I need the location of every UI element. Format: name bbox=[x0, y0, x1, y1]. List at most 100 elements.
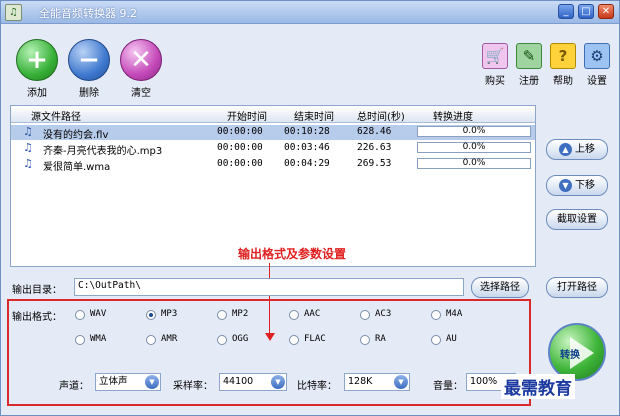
move-up-label: 上移 bbox=[575, 144, 595, 155]
chevron-down-icon: ▼ bbox=[559, 178, 572, 192]
radio-wma[interactable] bbox=[75, 335, 85, 345]
app-icon: ♫ bbox=[5, 4, 22, 21]
chevron-up-icon: ▲ bbox=[559, 142, 572, 156]
progress-bar: 0.0% bbox=[417, 158, 531, 169]
help-label: 帮助 bbox=[553, 76, 573, 87]
radio-au-label: AU bbox=[446, 334, 457, 344]
radio-ogg[interactable] bbox=[217, 335, 227, 345]
maximize-button[interactable]: □ bbox=[578, 4, 594, 19]
move-down-button[interactable]: ▼ 下移 bbox=[546, 175, 608, 196]
header-progress[interactable]: 转换进度 bbox=[433, 108, 473, 123]
header-path[interactable]: 源文件路径 bbox=[31, 108, 81, 123]
table-row[interactable]: ♫ 没有的约会.flv 00:00:00 00:10:28 628.46 0.0… bbox=[11, 125, 535, 141]
start-time: 00:00:00 bbox=[217, 142, 263, 153]
output-dir-input[interactable]: C:\OutPath\ bbox=[74, 278, 464, 296]
total-time: 269.53 bbox=[357, 158, 392, 169]
x-icon: ✕ bbox=[120, 39, 162, 81]
channel-select[interactable]: 立体声 ▼ bbox=[95, 373, 161, 391]
total-time: 226.63 bbox=[357, 142, 392, 153]
samplerate-value: 44100 bbox=[223, 376, 254, 387]
samplerate-select[interactable]: 44100 ▼ bbox=[219, 373, 287, 391]
table-row[interactable]: ♫ 爱很简单.wma 00:00:00 00:04:29 269.53 0.0% bbox=[11, 157, 535, 173]
clear-button[interactable]: ✕ 清空 bbox=[117, 39, 165, 99]
cut-settings-button[interactable]: 截取设置 bbox=[546, 209, 608, 230]
plus-icon: + bbox=[16, 39, 58, 81]
watermark: 最需教育 bbox=[501, 374, 575, 399]
output-dir-label: 输出目录： bbox=[12, 285, 62, 296]
convert-button[interactable]: 转换 bbox=[548, 323, 606, 381]
table-row[interactable]: ♫ 齐秦-月亮代表我的心.mp3 00:00:00 00:03:46 226.6… bbox=[11, 141, 535, 157]
radio-flac[interactable] bbox=[289, 335, 299, 345]
header-start[interactable]: 开始时间 bbox=[227, 108, 267, 123]
audio-file-icon: ♫ bbox=[23, 141, 33, 154]
help-button[interactable]: ? 帮助 bbox=[548, 43, 578, 87]
title-bar: ♫ 全能音频转换器 9.2 _ □ ✕ bbox=[1, 1, 619, 24]
radio-ra-label: RA bbox=[375, 334, 386, 344]
add-button[interactable]: + 添加 bbox=[13, 39, 61, 99]
app-window: ♫ 全能音频转换器 9.2 _ □ ✕ + 添加 − 删除 ✕ 清空 🛒 购买 … bbox=[0, 0, 620, 416]
file-name: 爱很简单.wma bbox=[43, 162, 111, 173]
window-title: 全能音频转换器 9.2 bbox=[39, 7, 137, 20]
progress-bar: 0.0% bbox=[417, 126, 531, 137]
radio-mp3-label: MP3 bbox=[161, 309, 178, 319]
end-time: 00:03:46 bbox=[284, 142, 330, 153]
radio-m4a-label: M4A bbox=[446, 309, 463, 319]
annotation-label: 输出格式及参数设置 bbox=[238, 247, 347, 261]
chevron-down-icon: ▼ bbox=[394, 375, 408, 389]
buy-label: 购买 bbox=[485, 76, 505, 87]
radio-ogg-label: OGG bbox=[232, 334, 249, 344]
radio-aac[interactable] bbox=[289, 310, 299, 320]
help-icon: ? bbox=[550, 43, 576, 69]
radio-m4a[interactable] bbox=[431, 310, 441, 320]
header-total[interactable]: 总时间(秒) bbox=[357, 108, 405, 123]
move-up-button[interactable]: ▲ 上移 bbox=[546, 139, 608, 160]
settings-button[interactable]: ⚙ 设置 bbox=[582, 43, 612, 87]
radio-au[interactable] bbox=[431, 335, 441, 345]
move-down-label: 下移 bbox=[575, 180, 595, 191]
progress-bar: 0.0% bbox=[417, 142, 531, 153]
header-end[interactable]: 结束时间 bbox=[294, 108, 334, 123]
file-list[interactable]: 源文件路径 开始时间 结束时间 总时间(秒) 转换进度 ♫ 没有的约会.flv … bbox=[10, 105, 536, 267]
buy-button[interactable]: 🛒 购买 bbox=[480, 43, 510, 87]
radio-amr-label: AMR bbox=[161, 334, 178, 344]
register-button[interactable]: ✎ 注册 bbox=[514, 43, 544, 87]
radio-wav[interactable] bbox=[75, 310, 85, 320]
radio-wma-label: WMA bbox=[90, 334, 107, 344]
volume-value: 100% bbox=[470, 376, 498, 387]
end-time: 00:10:28 bbox=[284, 126, 330, 137]
end-time: 00:04:29 bbox=[284, 158, 330, 169]
close-button[interactable]: ✕ bbox=[598, 4, 614, 19]
radio-mp3[interactable] bbox=[146, 310, 156, 320]
radio-mp2[interactable] bbox=[217, 310, 227, 320]
total-time: 628.46 bbox=[357, 126, 392, 137]
add-label: 添加 bbox=[27, 88, 47, 99]
chevron-down-icon: ▼ bbox=[271, 375, 285, 389]
delete-label: 删除 bbox=[79, 88, 99, 99]
settings-icon: ⚙ bbox=[584, 43, 610, 69]
chevron-down-icon: ▼ bbox=[145, 375, 159, 389]
file-name: 没有的约会.flv bbox=[43, 130, 109, 141]
radio-ra[interactable] bbox=[360, 335, 370, 345]
radio-ac3[interactable] bbox=[360, 310, 370, 320]
radio-amr[interactable] bbox=[146, 335, 156, 345]
radio-mp2-label: MP2 bbox=[232, 309, 249, 319]
browse-path-button[interactable]: 选择路径 bbox=[471, 277, 529, 298]
radio-wav-label: WAV bbox=[90, 309, 107, 319]
radio-flac-label: FLAC bbox=[304, 334, 326, 344]
cart-icon: 🛒 bbox=[482, 43, 508, 69]
register-icon: ✎ bbox=[516, 43, 542, 69]
start-time: 00:00:00 bbox=[217, 126, 263, 137]
channel-value: 立体声 bbox=[99, 376, 128, 387]
file-name: 齐秦-月亮代表我的心.mp3 bbox=[43, 146, 163, 157]
open-path-button[interactable]: 打开路径 bbox=[546, 277, 608, 298]
delete-button[interactable]: − 删除 bbox=[65, 39, 113, 99]
channel-label: 声道： bbox=[59, 381, 89, 392]
volume-label: 音量： bbox=[433, 381, 463, 392]
radio-ac3-label: AC3 bbox=[375, 309, 392, 319]
settings-label: 设置 bbox=[587, 76, 607, 87]
minimize-button[interactable]: _ bbox=[558, 4, 574, 19]
output-format-label: 输出格式： bbox=[12, 312, 62, 323]
file-list-header: 源文件路径 开始时间 结束时间 总时间(秒) 转换进度 bbox=[11, 106, 535, 123]
bitrate-select[interactable]: 128K ▼ bbox=[344, 373, 410, 391]
samplerate-label: 采样率： bbox=[173, 381, 213, 392]
